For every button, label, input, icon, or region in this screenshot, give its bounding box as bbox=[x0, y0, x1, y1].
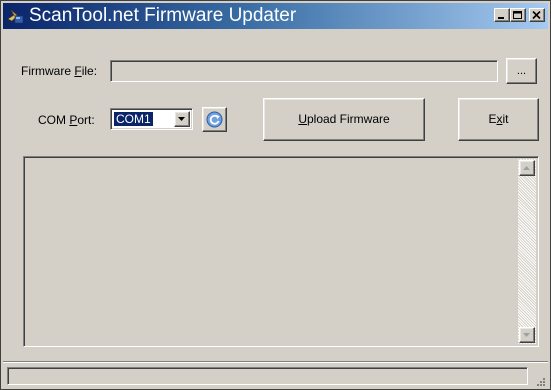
log-output-area[interactable] bbox=[23, 156, 539, 347]
firmware-file-label: Firmware File: bbox=[21, 64, 97, 78]
firmware-label-post: ile: bbox=[81, 64, 98, 78]
firmware-label-pre: Firmware bbox=[21, 64, 75, 78]
maximize-icon bbox=[513, 11, 522, 19]
exit-post: it bbox=[502, 112, 509, 126]
app-icon bbox=[7, 8, 25, 25]
refresh-icon bbox=[206, 111, 223, 128]
window-title: ScanTool.net Firmware Updater bbox=[29, 5, 297, 26]
firmware-label-key: F bbox=[74, 64, 82, 78]
browse-button[interactable]: ... bbox=[506, 58, 537, 84]
arrow-down-icon bbox=[523, 333, 530, 337]
title-bar[interactable]: ScanTool.net Firmware Updater bbox=[3, 3, 548, 29]
close-button[interactable] bbox=[529, 8, 545, 22]
upload-key: U bbox=[298, 112, 307, 126]
scroll-up-button[interactable] bbox=[519, 160, 535, 176]
upload-firmware-button[interactable]: Upload Firmware bbox=[263, 98, 425, 141]
minimize-icon bbox=[498, 17, 504, 19]
app-window: ScanTool.net Firmware Updater Firmware F… bbox=[0, 0, 551, 390]
refresh-ports-button[interactable] bbox=[202, 107, 227, 132]
upload-rest: pload Firmware bbox=[306, 112, 390, 126]
maximize-button[interactable] bbox=[510, 8, 526, 22]
close-icon bbox=[532, 11, 541, 20]
com-label-post: ort: bbox=[77, 113, 95, 127]
com-port-label: COM Port: bbox=[38, 113, 95, 127]
exit-button[interactable]: Exit bbox=[458, 98, 539, 141]
status-panel bbox=[7, 367, 528, 385]
com-label-pre: COM bbox=[38, 113, 70, 127]
minimize-button[interactable] bbox=[494, 8, 510, 22]
status-bar bbox=[3, 361, 548, 389]
firmware-file-field[interactable] bbox=[110, 60, 498, 82]
com-port-value: COM1 bbox=[114, 112, 153, 126]
chevron-down-icon bbox=[178, 117, 185, 121]
com-port-select[interactable]: COM1 bbox=[110, 108, 193, 130]
com-port-dropdown-button[interactable] bbox=[174, 111, 190, 127]
resize-grip-icon[interactable] bbox=[534, 375, 546, 387]
exit-pre: E bbox=[488, 112, 497, 126]
arrow-up-icon bbox=[523, 166, 530, 170]
scroll-down-button[interactable] bbox=[519, 327, 535, 343]
log-vertical-scrollbar[interactable] bbox=[518, 159, 536, 344]
